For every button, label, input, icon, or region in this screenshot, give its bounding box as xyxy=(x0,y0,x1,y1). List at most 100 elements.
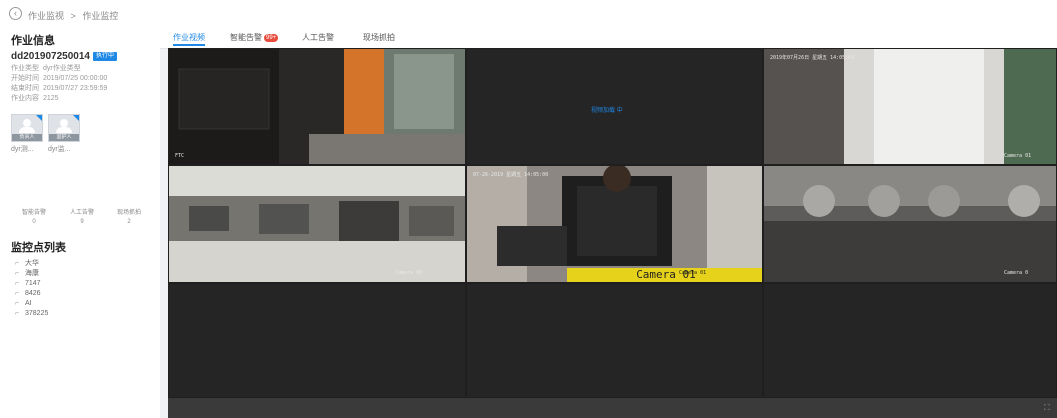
camera-name-overlay: Camera 01 xyxy=(567,268,762,282)
job-info-sidebar: 作业信息 dd201907250014 执行中 作业类型 dyr作业类型 开始时间 2… xyxy=(0,26,160,418)
camera-icon: ⌐ xyxy=(15,310,20,317)
list-item[interactable]: ⌐ 大华 xyxy=(15,259,48,269)
fullscreen-icon[interactable]: ⛶ xyxy=(1044,403,1053,412)
job-info-title: 作业信息 xyxy=(11,35,55,47)
camera-icon: ⌐ xyxy=(15,280,20,287)
avatar[interactable]: 负责人 xyxy=(11,114,43,142)
osd-timestamp: 07-26-2019 星期五 14:05:00 xyxy=(473,172,549,178)
info-value: 2019/07/27 23:59:59 xyxy=(43,85,108,92)
list-item[interactable]: ⌐ 海康 xyxy=(15,269,48,279)
tab-label: 现场抓拍 xyxy=(363,33,395,42)
video-cell[interactable] xyxy=(467,284,762,397)
tab-bar: 作业视频 智能告警 99+ 人工告警 现场抓拍 xyxy=(160,26,1057,49)
video-cell[interactable] xyxy=(169,284,465,397)
breadcrumb-item: 作业监控 xyxy=(82,11,119,21)
camera-icon: ⌐ xyxy=(15,300,20,307)
person-icon xyxy=(23,119,31,127)
info-row: 开始时间 2019/07/25 00:00:00 xyxy=(11,74,107,84)
monitor-point-list: ⌐ 大华 ⌐ 海康 ⌐ 7147 ⌐ 8426 ⌐ AI ⌐ 378225 xyxy=(15,259,48,319)
video-cell[interactable]: 07-26-2019 星期五 14:05:00 Camera 01 Camera… xyxy=(467,166,762,282)
camera-icon: ⌐ xyxy=(15,270,20,277)
breadcrumb: 作业监视 > 作业监控 xyxy=(28,9,118,22)
person-icon xyxy=(60,119,68,127)
breadcrumb-bar: ‹ 作业监视 > 作业监控 xyxy=(0,0,1057,26)
point-label: AI xyxy=(25,300,32,307)
tab-manual-alarm[interactable]: 人工告警 xyxy=(302,32,334,43)
info-value: 2125 xyxy=(43,95,59,102)
job-id: dd201907250014 执行中 xyxy=(11,51,117,62)
count-badge: 99+ xyxy=(264,34,279,42)
stat-label: 现场抓拍 xyxy=(116,210,141,216)
corner-mark-icon xyxy=(36,115,42,121)
video-cell[interactable]: 2019年07月26日 星期五 14:05:03 Camera 01 xyxy=(764,49,1056,164)
video-frame xyxy=(169,49,465,164)
job-info-list: 作业类型 dyr作业类型 开始时间 2019/07/25 00:00:00 结束时间… xyxy=(11,64,107,104)
point-list-title: 监控点列表 xyxy=(11,242,66,254)
video-cell[interactable]: Camera 0 xyxy=(764,166,1056,282)
back-circle-icon[interactable]: ‹ xyxy=(9,7,22,20)
breadcrumb-item[interactable]: 作业监视 xyxy=(28,11,64,21)
active-tab-indicator xyxy=(173,44,205,46)
point-label: 大华 xyxy=(25,260,39,267)
breadcrumb-separator: > xyxy=(70,11,76,21)
loading-text: 视频加载 中 xyxy=(591,108,623,114)
avatar-role: 监护人 xyxy=(49,134,79,141)
video-frame xyxy=(764,166,1056,282)
corner-mark-icon xyxy=(73,115,79,121)
info-row: 结束时间 2019/07/27 23:59:59 xyxy=(11,84,107,94)
status-badge: 执行中 xyxy=(92,52,117,61)
info-label: 作业类型 xyxy=(11,65,39,72)
video-frame xyxy=(169,166,465,282)
point-label: 378225 xyxy=(25,310,49,317)
stat-snapshot[interactable]: 现场抓拍 2 xyxy=(109,209,149,227)
stat-value: 2 xyxy=(127,219,131,225)
info-label: 结束时间 xyxy=(11,85,39,92)
video-frame xyxy=(764,49,1056,164)
tab-job-video[interactable]: 作业视频 xyxy=(173,32,205,46)
point-label: 8426 xyxy=(25,290,41,297)
info-row: 作业内容 2125 xyxy=(11,94,107,104)
osd-label: Camera 01 xyxy=(679,270,707,276)
video-frame xyxy=(467,166,762,282)
point-label: 7147 xyxy=(25,280,41,287)
stat-label: 智能告警 xyxy=(21,210,46,216)
video-grid: FTC 视频加载 中 2019年07月26日 星期五 14:05:03 Came… xyxy=(168,48,1057,418)
avatar-name: dyr测... xyxy=(11,146,34,153)
stat-label: 人工告警 xyxy=(69,210,94,216)
point-label: 海康 xyxy=(25,270,39,277)
info-label: 作业内容 xyxy=(11,95,39,102)
video-control-bar: ⛶ xyxy=(168,398,1057,418)
osd-label: Camera 01 xyxy=(1004,153,1032,159)
video-cell[interactable]: 视频加载 中 xyxy=(467,49,762,164)
list-item[interactable]: ⌐ 8426 xyxy=(15,289,48,299)
stat-value: 0 xyxy=(32,219,36,225)
osd-label: Camera 01 xyxy=(395,270,423,276)
info-label: 开始时间 xyxy=(11,75,39,82)
stat-smart-alarm[interactable]: 智能告警 0 xyxy=(14,209,54,227)
info-row: 作业类型 dyr作业类型 xyxy=(11,64,107,74)
info-value: 2019/07/25 00:00:00 xyxy=(43,75,108,82)
stat-value: 9 xyxy=(80,219,84,225)
video-cell[interactable]: Camera 01 xyxy=(169,166,465,282)
osd-timestamp: 2019年07月26日 星期五 14:05:03 xyxy=(770,55,855,61)
tab-label: 人工告警 xyxy=(302,33,334,42)
loading-status: 中 xyxy=(616,108,623,114)
info-value: dyr作业类型 xyxy=(43,65,81,72)
avatar-name: dyr监... xyxy=(48,146,71,153)
camera-icon: ⌐ xyxy=(15,290,20,297)
video-cell[interactable]: FTC xyxy=(169,49,465,164)
camera-icon: ⌐ xyxy=(15,260,20,267)
list-item[interactable]: ⌐ AI xyxy=(15,299,48,309)
osd-label: Camera 0 xyxy=(1004,270,1029,276)
video-cell[interactable] xyxy=(764,284,1056,397)
avatar[interactable]: 监护人 xyxy=(48,114,80,142)
tab-snapshot[interactable]: 现场抓拍 xyxy=(363,32,395,43)
tab-smart-alarm[interactable]: 智能告警 99+ xyxy=(230,32,279,43)
job-id-text: dd201907250014 xyxy=(11,51,90,62)
osd-label: FTC xyxy=(175,153,185,159)
stat-manual-alarm[interactable]: 人工告警 9 xyxy=(62,209,102,227)
list-item[interactable]: ⌐ 378225 xyxy=(15,309,48,319)
tab-label: 作业视频 xyxy=(173,33,205,42)
avatar-role: 负责人 xyxy=(12,134,42,141)
list-item[interactable]: ⌐ 7147 xyxy=(15,279,48,289)
